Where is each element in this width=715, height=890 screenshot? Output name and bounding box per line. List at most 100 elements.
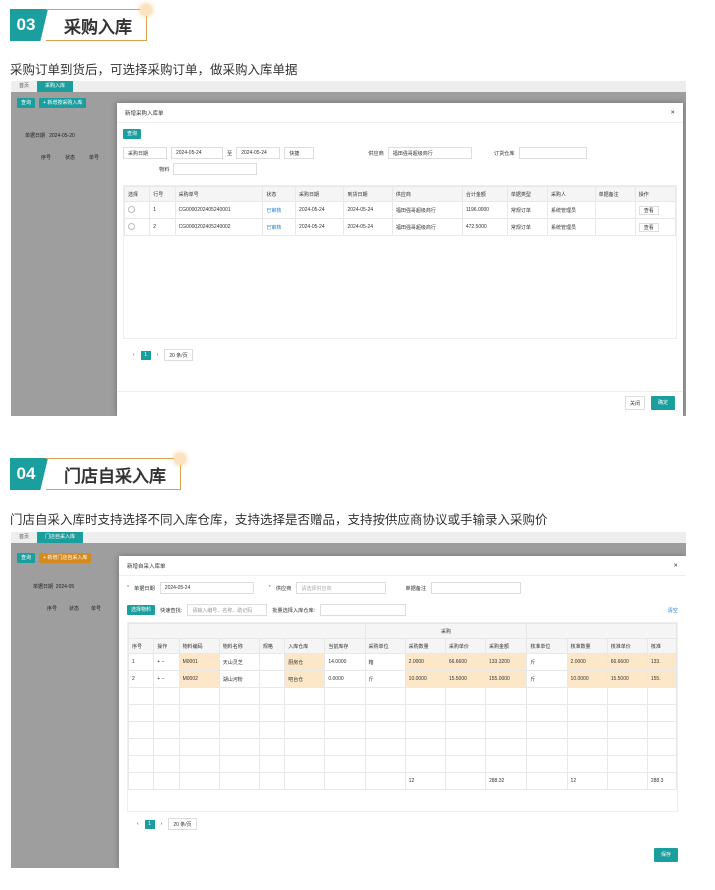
table-cell[interactable] <box>123 218 151 236</box>
bg-date-label: 单据日期 <box>25 133 46 139</box>
column-header: 核准单价 <box>606 638 648 654</box>
bg-col: 状态 <box>65 155 76 161</box>
close-icon[interactable]: ✕ <box>673 563 678 569</box>
bg-col: 单号 <box>89 155 100 161</box>
bg-add-button[interactable]: + 新增按采购入库 <box>39 98 87 108</box>
supplier-select[interactable]: 福田强哥超级商行 <box>387 147 472 159</box>
table-cell: 福田强哥超级商行 <box>391 218 463 236</box>
bg-col: 状态 <box>69 606 80 612</box>
page-number[interactable]: 1 <box>140 350 151 360</box>
section-header-04: 04 门店自采入库 <box>10 453 186 490</box>
table-cell: 斤 <box>526 670 568 688</box>
table-cell[interactable]: 查看 <box>634 201 677 219</box>
table-cell: CG0000202405240002 <box>174 218 264 236</box>
clear-link[interactable]: 清空 <box>668 607 678 614</box>
tab-bar: 首页 门店自采入库 <box>11 532 686 543</box>
table-cell: 10.0000 <box>566 670 608 688</box>
material-input[interactable] <box>173 163 258 175</box>
table-cell[interactable]: 66.6600 <box>444 653 486 671</box>
next-page-icon[interactable]: › <box>161 821 163 827</box>
table-cell[interactable]: 15.5000 <box>444 670 486 688</box>
table-cell[interactable]: 厨房仓 <box>284 653 326 671</box>
store-purchase-modal: 新增自采入库单 ✕ * 单据日期 2024-05-24 * 供应商 请选择供应商 单据… <box>119 556 686 868</box>
table-row[interactable]: 2 + − M0002 湖山河粉 吧台仓 0.0000 斤 10.0000 15.5000 155… <box>128 670 677 688</box>
table-cell: 14.0000 <box>324 653 366 671</box>
table-cell: 155. <box>646 670 677 688</box>
confirm-button[interactable]: 确定 <box>650 396 675 410</box>
date-to-label: 至 <box>227 150 233 157</box>
table-cell[interactable]: + − <box>153 670 180 688</box>
prev-page-icon[interactable]: ‹ <box>137 821 139 827</box>
remark-input[interactable] <box>431 582 522 594</box>
query-button[interactable]: 查询 <box>123 129 142 139</box>
column-header: 采购单位 <box>364 638 406 654</box>
purchase-inbound-modal: 新增采购入库单 ✕ 查询 采购日期 2024-05-24 至 2024-05-24… <box>117 103 683 416</box>
section-description: 采购订单到货后，可选择采购订单，做采购入库单据 <box>10 63 298 77</box>
close-button[interactable]: 关闭 <box>624 396 645 410</box>
tab-home[interactable]: 首页 <box>11 81 37 92</box>
page-number[interactable]: 1 <box>144 819 155 829</box>
modal-title: 新增采购入库单 <box>125 110 164 117</box>
table-cell: CG0000202405240001 <box>174 201 264 219</box>
prev-page-icon[interactable]: ‹ <box>133 352 135 358</box>
column-header: 采购单号 <box>174 186 264 202</box>
warehouse-label: 订货仓库 <box>493 150 515 157</box>
table-row[interactable]: 1 CG0000202405240001 已审核 2024-05-24 2024-05-… <box>123 201 677 219</box>
column-header: 核准 <box>646 638 677 654</box>
batch-warehouse-select[interactable] <box>320 604 407 616</box>
quick-select[interactable]: 快捷 <box>284 147 315 159</box>
bg-col: 序号 <box>41 155 52 161</box>
column-header: 物料名称 <box>218 638 260 654</box>
tab-store-purchase[interactable]: 门店自采入库 <box>37 532 84 543</box>
table-cell: 2024-05-24 <box>343 218 393 236</box>
remark-label: 单据备注 <box>405 585 427 592</box>
table-row[interactable]: 2 CG0000202405240002 已审核 2024-05-24 2024-05-… <box>123 218 677 236</box>
bg-date-label: 单据日期 <box>33 584 54 590</box>
page-size-select[interactable]: 20 条/页 <box>168 818 197 830</box>
column-header: 采购数量 <box>404 638 446 654</box>
bg-add-button[interactable]: + 新增门店自采入库 <box>39 553 92 563</box>
table-cell <box>258 653 286 671</box>
column-header: 采购日期 <box>295 186 345 202</box>
save-button[interactable]: 保存 <box>653 848 678 862</box>
table-cell[interactable] <box>123 201 151 219</box>
table-cell: 已审核 <box>262 201 297 219</box>
section-description: 门店自采入库时支持选择不同入库仓库，支持选择是否赠品，支持按供应商协议或手输录入… <box>10 513 548 527</box>
table-row[interactable]: 1 + − M0001 天山灵芝 厨房仓 14.0000 箱 2.0000 66.6600 133… <box>128 653 677 671</box>
column-header: 到货日期 <box>343 186 393 202</box>
table-cell: 2024-05-24 <box>343 201 393 219</box>
page-size-select[interactable]: 20 条/页 <box>164 349 193 361</box>
select-radio[interactable] <box>128 222 135 230</box>
date-input[interactable]: 2024-05-24 <box>159 582 254 594</box>
next-page-icon[interactable]: › <box>157 352 159 358</box>
bg-query-button[interactable]: 查询 <box>17 553 36 563</box>
warehouse-select[interactable] <box>518 147 587 159</box>
empty-row <box>128 738 677 756</box>
supplier-select[interactable]: 请选择供应商 <box>296 582 387 594</box>
select-radio[interactable] <box>128 205 135 213</box>
table-cell: 66.6600 <box>606 653 648 671</box>
table-cell: 天山灵芝 <box>218 653 260 671</box>
bg-query-button[interactable]: 查询 <box>17 98 36 108</box>
table-cell[interactable]: 查看 <box>634 218 677 236</box>
table-cell: 箱 <box>364 653 406 671</box>
column-header: 单据备注 <box>594 186 636 202</box>
tab-home[interactable]: 首页 <box>11 532 37 543</box>
table-cell: 系统管理员 <box>547 218 596 236</box>
table-cell: 15.5000 <box>606 670 648 688</box>
table-cell[interactable]: 2.0000 <box>404 653 446 671</box>
table-cell: 湖山河粉 <box>218 670 260 688</box>
quick-search-input[interactable]: 请输入编号、名称、助记码 <box>187 604 268 616</box>
tab-purchase-inbound[interactable]: 采购入库 <box>37 81 74 92</box>
date-type-select[interactable]: 采购日期 <box>123 147 167 159</box>
table-cell[interactable]: + − <box>153 653 180 671</box>
pagination: ‹ 1 › 20 条/页 <box>127 818 678 830</box>
date-from-input[interactable]: 2024-05-24 <box>171 147 223 159</box>
date-to-input[interactable]: 2024-05-24 <box>236 147 281 159</box>
table-cell: 斤 <box>526 653 568 671</box>
select-material-button[interactable]: 选择物料 <box>127 605 156 615</box>
table-cell: 133. <box>646 653 677 671</box>
table-cell[interactable]: 吧台仓 <box>284 670 326 688</box>
table-cell[interactable]: 10.0000 <box>404 670 446 688</box>
close-icon[interactable]: ✕ <box>670 110 675 116</box>
